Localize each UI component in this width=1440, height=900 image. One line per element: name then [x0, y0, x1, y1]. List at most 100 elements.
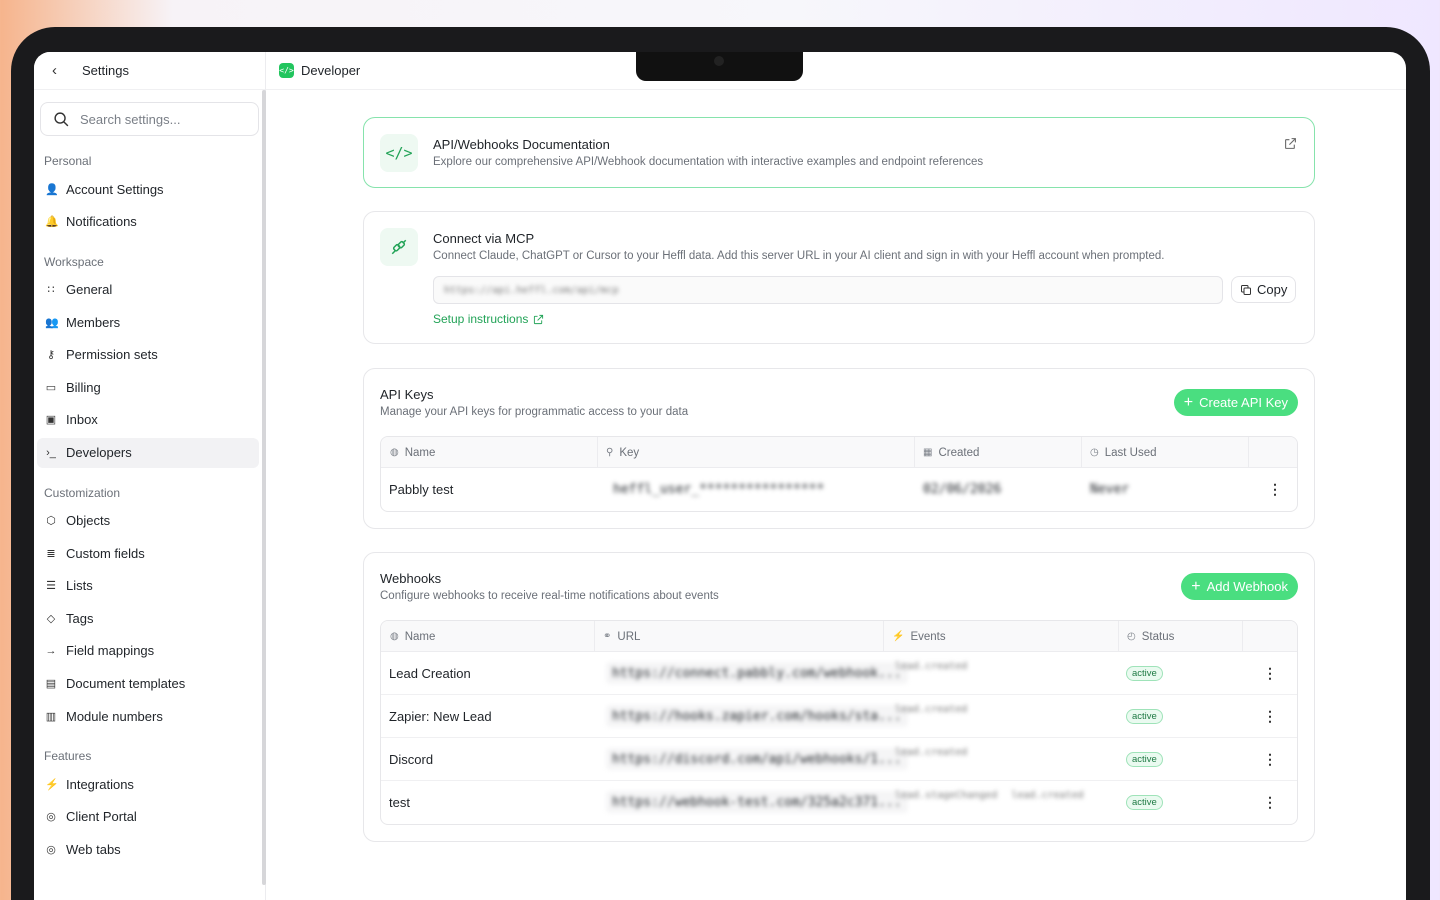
event-chip: lead.created [895, 661, 968, 672]
sidebar-item-account-settings[interactable]: 👤 Account Settings [37, 174, 259, 204]
setup-instructions-link[interactable]: Setup instructions [433, 312, 544, 326]
sidebar-item-objects[interactable]: ⬡ Objects [37, 506, 259, 536]
status-badge-label: active [1126, 752, 1163, 767]
tag-icon: ◇ [46, 612, 56, 625]
status-badge-label: active [1126, 795, 1163, 810]
settings-sidebar: ‹ Settings Search settings... Personal 👤 A… [34, 52, 266, 900]
more-options-icon[interactable]: ⋮ [1263, 652, 1277, 695]
search-settings-box[interactable]: Search settings... [40, 102, 259, 136]
column-header-status: ◴ Status [1127, 630, 1175, 643]
status-badge-label: active [1126, 666, 1163, 681]
sidebar-item-label: Module numbers [66, 708, 163, 724]
table-row[interactable]: test https://webhook-test.com/325a2c371..… [381, 781, 1297, 824]
more-options-icon[interactable]: ⋮ [1263, 738, 1277, 781]
cube-icon: ⬡ [46, 515, 56, 528]
table-row[interactable]: Discord https://discord.com/api/webhooks/… [381, 738, 1297, 781]
sidebar-item-web-tabs[interactable]: ◎ Web tabs [37, 834, 259, 864]
search-input[interactable]: Search settings... [80, 112, 180, 127]
event-chip: lead.stageChanged [895, 790, 998, 801]
table-row[interactable]: Lead Creation https://connect.pabbly.com/… [381, 652, 1297, 695]
more-options-icon[interactable]: ⋮ [1263, 781, 1277, 824]
mcp-card: Connect via MCP Connect Claude, ChatGPT … [363, 211, 1315, 344]
webhook-url: https://hooks.zapier.com/hooks/sta... [606, 705, 908, 727]
sidebar-item-label: Lists [66, 578, 93, 594]
sidebar-item-field-mappings[interactable]: → Field mappings [37, 636, 259, 666]
table-row[interactable]: Pabbly test heffl_user_**************** … [381, 468, 1297, 511]
api-key-last-used: Never [1090, 482, 1130, 497]
api-key-created: 02/06/2026 [923, 482, 1002, 497]
fields-icon: ≣ [46, 547, 56, 560]
file-number-icon: ▥ [45, 710, 57, 723]
api-keys-title: API Keys [380, 387, 434, 402]
copy-button[interactable]: Copy [1231, 276, 1297, 303]
sidebar-item-inbox[interactable]: ▣ Inbox [37, 405, 259, 435]
webhook-url: https://discord.com/api/webhooks/1... [606, 748, 908, 770]
sidebar-item-module-numbers[interactable]: ▥ Module numbers [37, 701, 259, 731]
plug-icon: ⚡ [45, 778, 59, 791]
copy-icon [1241, 284, 1251, 295]
sidebar-item-developers[interactable]: ›_ Developers [37, 437, 259, 468]
code-icon: </> [279, 63, 294, 78]
sidebar-item-client-portal[interactable]: ◎ Client Portal [37, 802, 259, 832]
webhook-name: Discord [389, 752, 434, 767]
column-header-created: ▦ Created [923, 446, 980, 459]
link-icon: ⚭ [603, 631, 612, 642]
api-key-name: Pabbly test [389, 482, 454, 497]
status-badge: active [1126, 738, 1163, 781]
webhook-name: test [389, 795, 410, 810]
chevron-left-icon[interactable]: ‹ [52, 62, 82, 79]
sidebar-item-general[interactable]: ∷ General [37, 275, 259, 305]
sidebar-item-billing[interactable]: ▭ Billing [37, 372, 259, 402]
webhook-url: https://webhook-test.com/325a2c371... [606, 791, 908, 813]
camera-icon [714, 56, 724, 66]
docs-card[interactable]: </> API/Webhooks Documentation Explore o… [363, 117, 1315, 188]
sidebar-header: ‹ Settings [34, 52, 265, 90]
status-badge: active [1126, 781, 1163, 824]
page-header: </> Developer [266, 52, 1406, 90]
webhook-events: lead.stageChanged lead.created [895, 781, 1084, 824]
grid-icon: ∷ [47, 284, 55, 297]
api-keys-table: ◍ Name ⚲ Key ▦ Created ◷ Last Used Pabbly te… [380, 436, 1298, 512]
add-webhook-button[interactable]: + Add Webhook [1181, 573, 1298, 600]
create-api-key-button[interactable]: + Create API Key [1173, 389, 1298, 416]
sidebar-item-label: Permission sets [66, 347, 158, 363]
api-keys-card: API Keys Manage your API keys for progra… [363, 368, 1315, 529]
create-api-key-label: Create API Key [1199, 395, 1288, 410]
mcp-url-field[interactable]: https://api.heffl.com/api/mcp [433, 276, 1223, 304]
sidebar-item-permission-sets[interactable]: ⚷ Permission sets [37, 340, 259, 370]
sidebar-item-lists[interactable]: ☰ Lists [37, 571, 259, 601]
event-chip: lead.created [1011, 790, 1084, 801]
sidebar-item-members[interactable]: 👥 Members [37, 307, 259, 337]
table-row[interactable]: Zapier: New Lead https://hooks.zapier.com… [381, 695, 1297, 738]
sidebar-title: Settings [82, 63, 129, 78]
webhook-events: lead.created [895, 695, 967, 738]
page-title: Developer [301, 63, 361, 78]
globe-icon: ◎ [46, 843, 56, 856]
sidebar-item-label: Objects [66, 513, 111, 529]
inbox-icon: ▣ [45, 414, 57, 427]
event-chip: lead.created [895, 704, 968, 715]
more-options-icon[interactable]: ⋮ [1268, 468, 1282, 511]
sidebar-scrollbar[interactable] [262, 90, 266, 885]
sidebar-item-integrations[interactable]: ⚡ Integrations [37, 769, 259, 799]
sidebar-item-document-templates[interactable]: ▤ Document templates [37, 669, 259, 699]
lightning-icon: ⚡ [892, 631, 905, 642]
webhook-events: lead.created [895, 738, 967, 781]
sidebar-item-custom-fields[interactable]: ≣ Custom fields [37, 538, 259, 568]
document-icon: ▤ [45, 678, 57, 691]
sidebar-item-notifications[interactable]: 🔔 Notifications [37, 207, 259, 237]
webhooks-card: Webhooks Configure webhooks to receive r… [363, 552, 1315, 842]
sidebar-item-label: Account Settings [66, 181, 164, 197]
camera-notch [636, 52, 803, 81]
sidebar-item-label: General [66, 282, 113, 298]
external-link-icon[interactable] [1284, 137, 1297, 150]
api-key-value: heffl_user_**************** [613, 482, 825, 497]
add-webhook-label: Add Webhook [1206, 579, 1288, 594]
nav-group-title: Personal [44, 154, 92, 168]
sidebar-item-label: Notifications [66, 214, 137, 230]
more-options-icon[interactable]: ⋮ [1263, 695, 1277, 738]
users-icon: 👥 [45, 316, 59, 329]
user-icon: 👤 [45, 183, 59, 196]
sidebar-item-label: Integrations [66, 776, 134, 792]
sidebar-item-tags[interactable]: ◇ Tags [37, 603, 259, 633]
